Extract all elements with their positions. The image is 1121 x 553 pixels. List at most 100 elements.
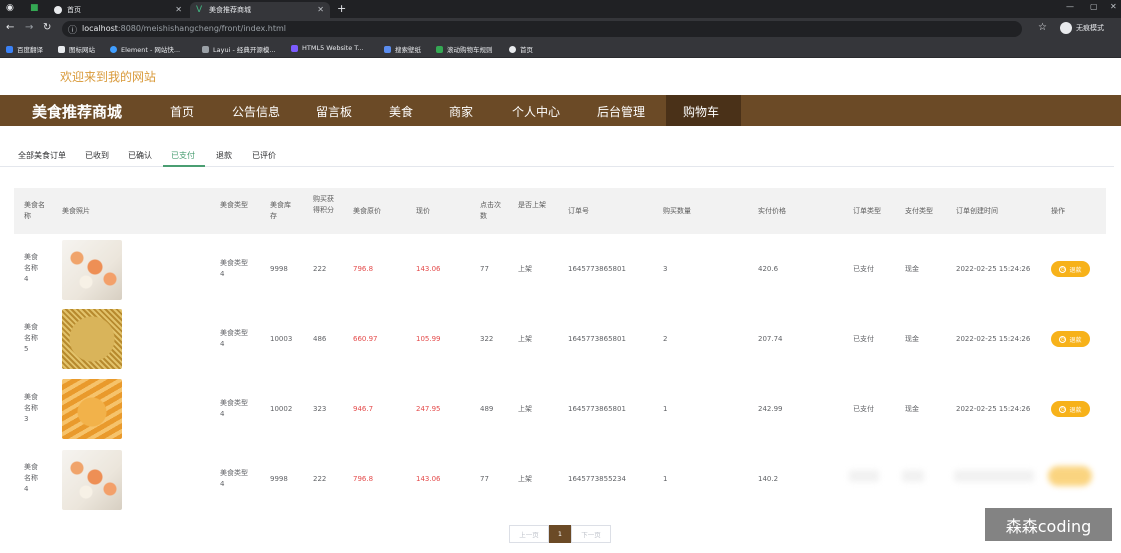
cell-listed: 上架 [518,265,532,273]
col-header-pay-type: 支付类型 [905,207,933,215]
cell-qty: 1 [663,405,668,413]
cell-points: 222 [313,475,327,483]
nav-item-cart[interactable]: 购物车 [683,103,719,120]
cell-paid: 420.6 [758,265,779,273]
col-header-type: 美食类型 [220,201,248,209]
refund-icon: ◷ [1059,335,1067,343]
cell-qty: 2 [663,335,668,343]
refund-icon: ◷ [1059,405,1067,413]
browser-menu-icon[interactable]: ◉ [6,3,14,13]
maximize-icon[interactable]: ▢ [1090,2,1098,11]
table-header: 美食名称 美食照片 美食类型 美食库存 购买获得积分 美食原价 现价 点击次数 … [14,188,1106,234]
bookmark-item[interactable]: 图标网站 [58,44,95,54]
nav-item-announcements[interactable]: 公告信息 [232,103,280,120]
tab-received[interactable]: 已收到 [85,150,109,161]
bookmark-item[interactable]: 搜索壁纸 [384,44,421,54]
bookmark-label: 滚动购物车规则 [447,46,493,54]
cell-paid: 140.2 [758,475,779,483]
back-icon[interactable]: ← [6,22,14,33]
cell-order-type: 已支付 [853,335,874,343]
blurred-cell [954,470,1034,482]
bookmark-label: 图标网站 [69,46,95,54]
incognito-label: 无痕模式 [1076,24,1104,32]
new-tab-icon[interactable]: + [337,2,346,15]
blurred-cell [849,470,879,482]
address-bar[interactable]: ⓘ localhost:8080/meishishangcheng/front/… [62,21,1022,37]
tab-reviewed[interactable]: 已评价 [252,150,276,161]
cell-orig-price: 796.8 [353,265,374,273]
blurred-cell [902,470,924,482]
site-info-icon[interactable]: ⓘ [68,23,77,36]
cell-orig-price: 796.8 [353,475,374,483]
refund-button[interactable] [1048,466,1092,486]
bookmark-label: 首页 [520,46,533,54]
tab-refund[interactable]: 退款 [216,150,232,161]
nav-item-profile[interactable]: 个人中心 [512,103,560,120]
tab-all-orders[interactable]: 全部美食订单 [18,150,66,161]
bookmark-label: HTML5 Website T... [302,44,364,52]
cell-price: 247.95 [416,405,441,413]
nav-item-food[interactable]: 美食 [389,103,413,120]
col-header-listed: 是否上架 [518,201,546,209]
incognito-indicator[interactable]: 无痕模式 [1060,22,1104,34]
col-header-paid: 实付价格 [758,207,786,215]
food-photo [62,379,122,439]
site-brand[interactable]: 美食推荐商城 [32,101,122,122]
main-navbar: 美食推荐商城 首页 公告信息 留言板 美食 商家 个人中心 后台管理 购物车 [0,95,1121,126]
col-header-created: 订单创建时间 [956,207,998,215]
cell-points: 323 [313,405,327,413]
refund-button[interactable]: ◷ 退款 [1051,401,1090,417]
browser-tab-home[interactable]: 首页 ✕ [48,2,188,18]
bookmark-item[interactable]: 百度翻译 [6,44,43,54]
bookmark-icon [384,45,391,53]
nav-item-merchants[interactable]: 商家 [449,103,473,120]
close-tab-icon[interactable]: ✕ [175,5,182,14]
cell-paid: 242.99 [758,405,783,413]
prev-page-button[interactable]: 上一页 [509,525,549,543]
cell-created: 2022-02-25 15:24:26 [956,335,1031,343]
col-header-name: 美食名称 [24,201,45,220]
tab-paid[interactable]: 已支付 [171,150,195,161]
cell-name: 美食名称4 [24,253,38,283]
nav-item-messages[interactable]: 留言板 [316,103,352,120]
table-row: 美食名称4 美食类型4 9998 222 796.8 143.06 77 上架 … [14,446,1106,516]
col-header-order-type: 订单类型 [853,207,881,215]
refund-button[interactable]: ◷ 退款 [1051,331,1090,347]
tab-confirmed[interactable]: 已确认 [128,150,152,161]
close-tab-icon[interactable]: ✕ [317,5,324,14]
refund-icon: ◷ [1059,265,1067,273]
browser-tab-active[interactable]: V 美食推荐商城 ✕ [190,2,330,18]
reload-icon[interactable]: ↻ [43,22,51,33]
bookmark-item[interactable]: 首页 [509,44,533,54]
app-icon[interactable]: ■ [30,3,39,13]
cell-clicks: 322 [480,335,494,343]
page-number-button[interactable]: 1 [549,525,571,543]
minimize-icon[interactable]: — [1066,2,1074,11]
refund-button[interactable]: ◷ 退款 [1051,261,1090,277]
cell-listed: 上架 [518,405,532,413]
bookmark-item[interactable]: HTML5 Website T... [291,44,364,52]
bookmark-label: Element - 网站快... [121,46,181,54]
bookmark-item[interactable]: Layui - 经典开源模... [202,44,276,54]
cell-name: 美食名称4 [24,463,38,493]
food-photo [62,309,122,369]
cell-points: 486 [313,335,327,343]
forward-icon[interactable]: → [25,22,33,33]
bookmark-icon [110,45,117,53]
bookmark-icon [202,45,209,53]
cell-name: 美食名称3 [24,393,38,423]
next-page-button[interactable]: 下一页 [571,525,611,543]
nav-item-home[interactable]: 首页 [170,103,194,120]
pagination: 上一页 1 下一页 [509,525,611,543]
table-row: 美食名称5 美食类型4 10003 486 660.97 105.99 322 … [14,306,1106,376]
table-row: 美食名称3 美食类型4 10002 323 946.7 247.95 489 上… [14,376,1106,446]
bookmark-star-icon[interactable]: ☆ [1038,22,1047,33]
bookmarks-bar: 百度翻译 图标网站 Element - 网站快... Layui - 经典开源模… [0,40,1121,58]
cell-type: 美食类型4 [220,469,248,488]
nav-item-admin[interactable]: 后台管理 [597,103,645,120]
close-window-icon[interactable]: ✕ [1110,2,1117,11]
refund-label: 退款 [1069,406,1082,414]
bookmark-item[interactable]: Element - 网站快... [110,44,180,54]
globe-icon [54,6,62,14]
bookmark-item[interactable]: 滚动购物车规则 [436,44,493,54]
